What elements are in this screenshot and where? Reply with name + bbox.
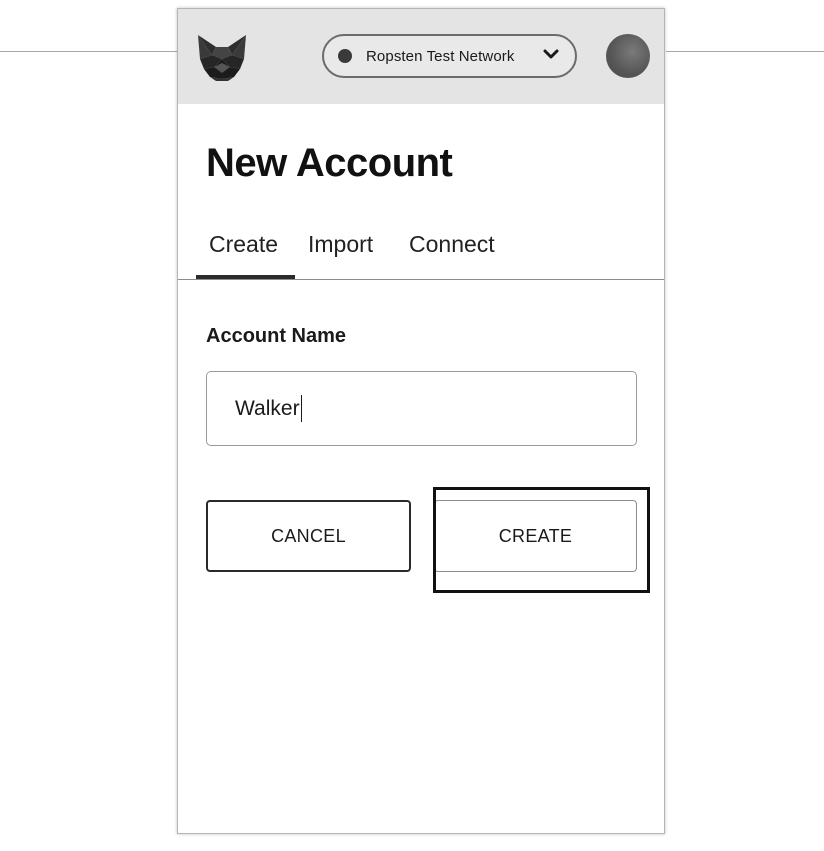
network-status-dot <box>338 49 352 63</box>
page: Ropsten Test Network New Account Create … <box>0 0 824 851</box>
network-selector[interactable]: Ropsten Test Network <box>322 34 577 78</box>
extension-popup: Ropsten Test Network New Account Create … <box>177 8 665 834</box>
account-name-label: Account Name <box>206 325 347 347</box>
background-divider-left <box>0 51 178 52</box>
text-caret <box>300 395 303 422</box>
tab-import[interactable]: Import <box>308 231 373 258</box>
background-divider-right <box>666 51 824 52</box>
account-name-value: Walker <box>235 396 300 420</box>
create-button[interactable]: CREATE <box>434 500 637 572</box>
network-label: Ropsten Test Network <box>366 47 515 65</box>
tab-connect[interactable]: Connect <box>409 231 495 258</box>
account-avatar[interactable] <box>606 34 650 78</box>
metamask-fox-icon[interactable] <box>196 33 248 81</box>
cancel-button[interactable]: CANCEL <box>206 500 411 572</box>
active-tab-indicator <box>196 275 295 279</box>
account-tabs: Create Import Connect <box>178 224 664 280</box>
tab-create[interactable]: Create <box>209 231 278 258</box>
account-name-input[interactable]: Walker <box>206 371 637 446</box>
popup-header: Ropsten Test Network <box>178 9 664 104</box>
chevron-down-icon <box>543 49 559 59</box>
page-title: New Account <box>206 141 453 185</box>
